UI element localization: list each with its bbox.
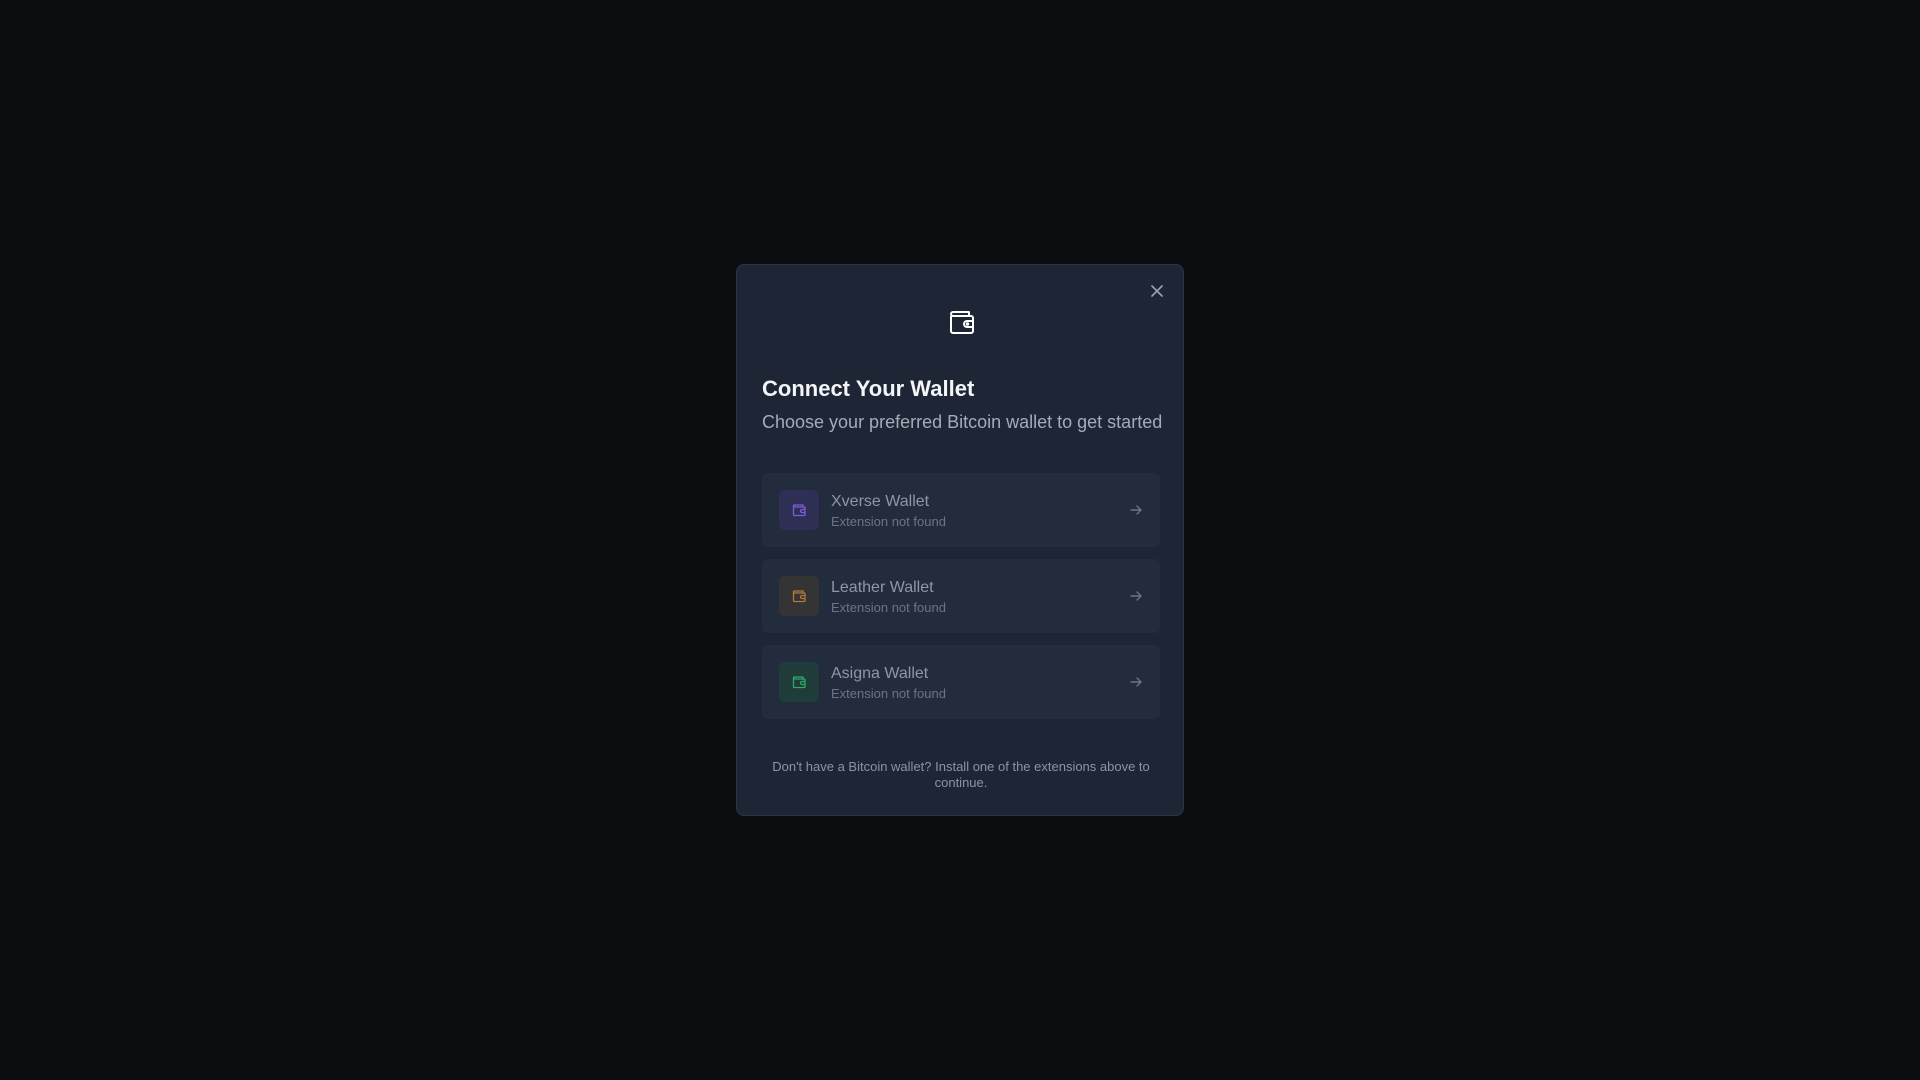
modal-subtitle: Choose your preferred Bitcoin wallet to … [762, 412, 1163, 432]
wallet-status: Extension not found [831, 514, 946, 529]
arrow-right-icon [1130, 591, 1142, 601]
modal-title: Connect Your Wallet [762, 376, 975, 401]
wallet-icon-badge [779, 490, 819, 530]
connect-wallet-modal: Connect Your Wallet Choose your preferre… [736, 264, 1184, 816]
wallet-icon-badge [779, 662, 819, 702]
wallet-icon [947, 307, 977, 337]
arrow-right-icon [1130, 505, 1142, 515]
wallet-icon [792, 590, 806, 603]
wallet-option-asigna[interactable]: Asigna Wallet Extension not found [762, 645, 1160, 719]
wallet-name: Asigna Wallet [831, 665, 929, 682]
wallet-status: Extension not found [831, 686, 946, 701]
wallet-name: Xverse Wallet [831, 493, 930, 510]
footer-note: Don't have a Bitcoin wallet? Install one… [772, 759, 1150, 790]
wallet-icon [792, 676, 806, 689]
close-icon [1151, 285, 1163, 297]
close-button[interactable] [1145, 279, 1169, 303]
wallet-name: Leather Wallet [831, 579, 934, 596]
wallet-status: Extension not found [831, 600, 946, 615]
wallet-list: Xverse Wallet Extension not found Leathe… [762, 473, 1160, 731]
wallet-option-leather[interactable]: Leather Wallet Extension not found [762, 559, 1160, 633]
arrow-right-icon [1130, 677, 1142, 687]
wallet-icon-badge [779, 576, 819, 616]
wallet-option-xverse[interactable]: Xverse Wallet Extension not found [762, 473, 1160, 547]
wallet-icon [792, 504, 806, 517]
